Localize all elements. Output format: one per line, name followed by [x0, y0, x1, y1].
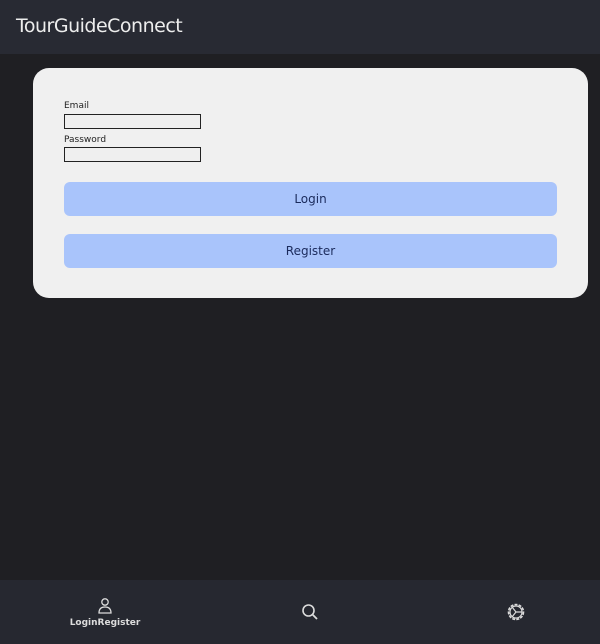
bottom-nav: LoginRegister	[0, 580, 600, 644]
person-icon	[98, 597, 112, 614]
settings-icon	[507, 603, 525, 621]
nav-item-loginregister[interactable]: LoginRegister	[60, 580, 150, 644]
password-label: Password	[64, 135, 107, 145]
login-button[interactable]: Login	[64, 182, 557, 216]
nav-item-search[interactable]	[290, 580, 330, 644]
register-button[interactable]: Register	[64, 234, 557, 268]
app-header: TourGuideConnect	[0, 0, 600, 54]
password-input[interactable]	[64, 147, 201, 162]
search-icon	[302, 604, 318, 620]
email-label: Email	[64, 101, 89, 111]
nav-label-loginregister: LoginRegister	[69, 617, 141, 628]
app-title: TourGuideConnect	[16, 15, 183, 37]
email-input[interactable]	[64, 114, 201, 129]
nav-item-settings[interactable]	[496, 580, 536, 644]
login-card: Email Password Login Register	[33, 68, 588, 298]
